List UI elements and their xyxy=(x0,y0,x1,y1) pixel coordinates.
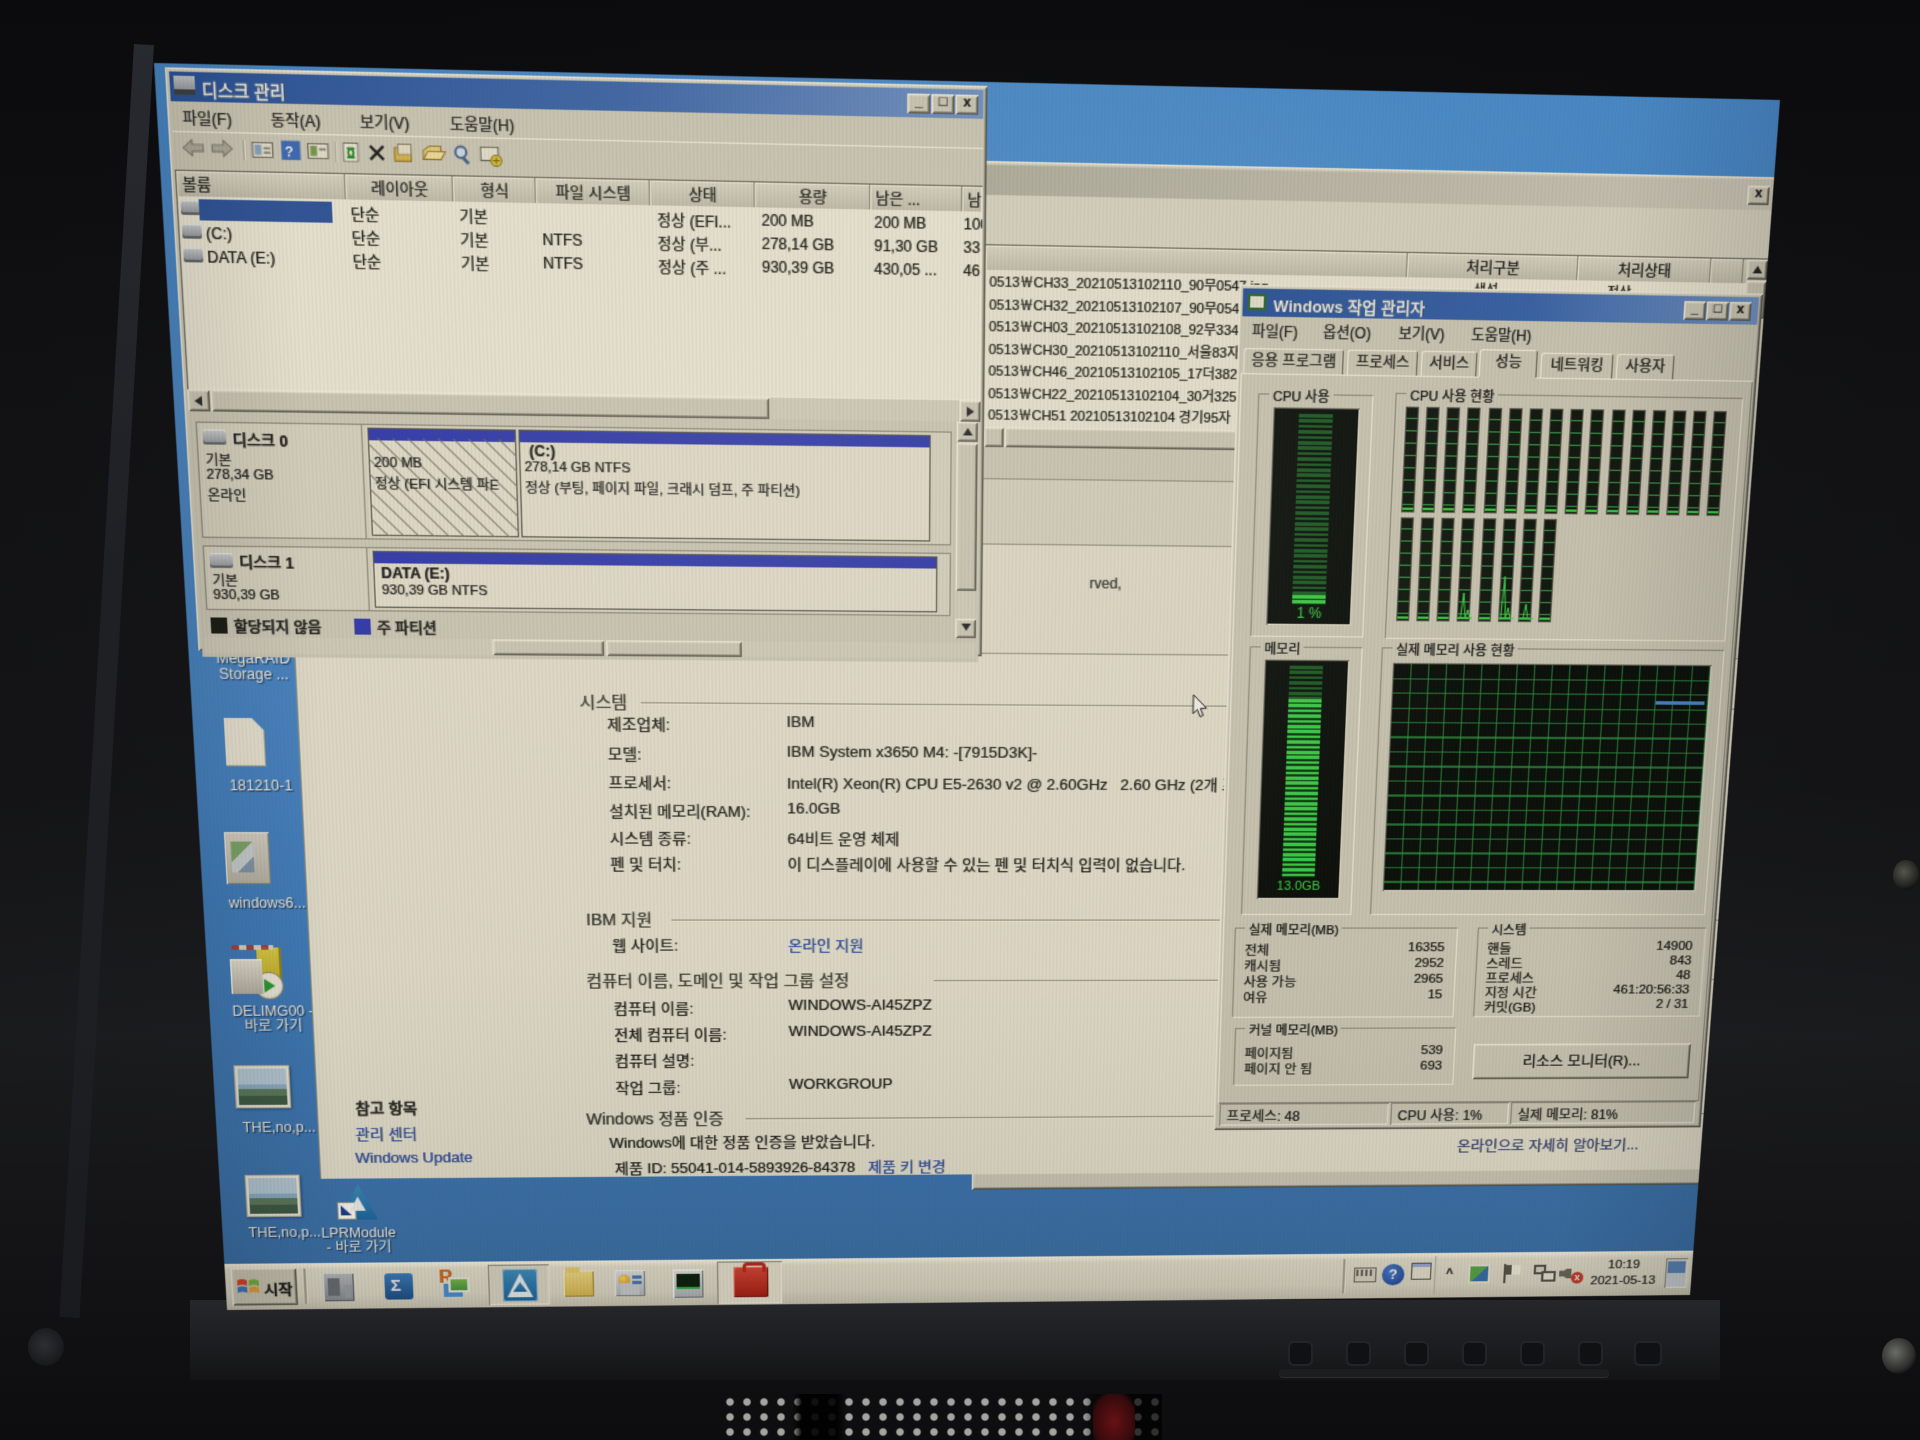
svg-text:?: ? xyxy=(284,145,294,161)
